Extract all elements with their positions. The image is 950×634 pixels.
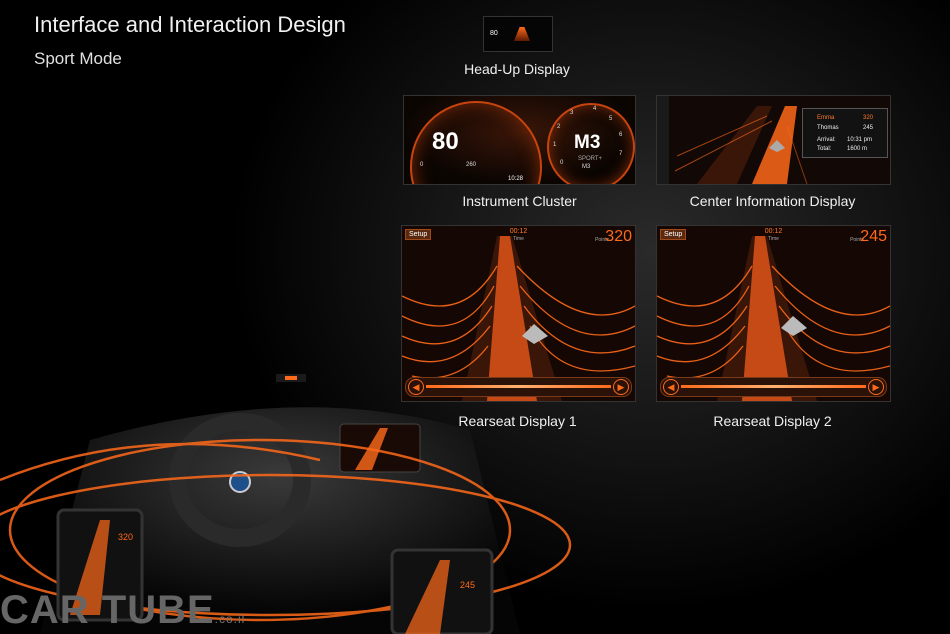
rpm-tick-3: 3 [570,110,574,116]
center-display-caption: Center Information Display [689,193,856,209]
player1-score: 320 [863,115,874,121]
speed-min-label: 0 [420,162,424,168]
rearseat-display-2-thumbnail[interactable]: Setup 00:12 Time Points 245 ◀ ▶ [656,225,891,402]
center-display-thumbnail[interactable]: Emma 320 Thomas 245 Arrival: 10:31 pm To… [656,95,891,185]
hud-speed: 80 [490,30,498,37]
slider-left-arrow-icon[interactable]: ◀ [663,379,679,395]
player1-name: Emma [817,115,835,121]
points-value: 320 [605,228,632,245]
total-label: Total: [817,146,832,152]
rpm-tick-4: 4 [593,106,597,112]
game-time: 00:12 [764,228,783,235]
total-value: 1600 m [847,146,868,152]
speed-max-label: 260 [466,162,477,168]
arrival-label: Arrival: [817,137,836,143]
slider-track[interactable] [681,385,866,388]
cluster-speed: 80 [432,128,459,155]
rs2-road-graphic [657,236,890,401]
rpm-tick-5: 5 [609,116,613,122]
instrument-cluster-thumbnail[interactable]: 80 M3 0 260 0 1 2 3 4 5 6 7 SPORT+ M3 10… [403,95,636,185]
interior-left-score: 320 [118,532,133,542]
points-value: 245 [860,228,887,245]
steering-slider[interactable]: ◀ ▶ [660,377,887,397]
cluster-gear-small: M3 [582,164,591,170]
watermark-logo: CAR TUBE.co.il [0,588,245,633]
cluster-gear: M3 [574,132,601,153]
rpm-tick-1: 1 [553,142,557,148]
sport-plus-label: SPORT+ [578,156,603,162]
slide: Interface and Interaction Design Sport M… [0,0,950,634]
rpm-tick-6: 6 [619,132,623,138]
rpm-tick-2: 2 [557,124,561,130]
game-time: 00:12 [509,228,528,235]
page-title: Interface and Interaction Design [34,12,346,37]
player2-score: 245 [863,125,874,131]
page-subtitle: Sport Mode [34,49,122,68]
watermark-domain: .co.il [214,612,246,626]
hud-road-glow [514,27,530,41]
hud-thumbnail[interactable]: 80 [483,16,553,52]
hud-caption: Head-Up Display [464,61,570,77]
rpm-tick-7: 7 [619,151,623,157]
cid-score-panel: Emma 320 Thomas 245 Arrival: 10:31 pm To… [802,108,888,158]
rearseat-display-2-caption: Rearseat Display 2 [713,413,832,429]
speedometer-gauge [410,101,542,184]
interior-right-score: 245 [460,580,475,590]
slider-right-arrow-icon[interactable]: ▶ [868,379,884,395]
player2-name: Thomas [817,125,839,131]
watermark-brand: CAR TUBE [0,588,215,632]
instrument-cluster-caption: Instrument Cluster [462,193,577,209]
arrival-time: 10:31 pm [847,137,873,143]
rpm-tick-0: 0 [560,160,564,166]
cluster-clock: 10:28 [508,176,524,182]
